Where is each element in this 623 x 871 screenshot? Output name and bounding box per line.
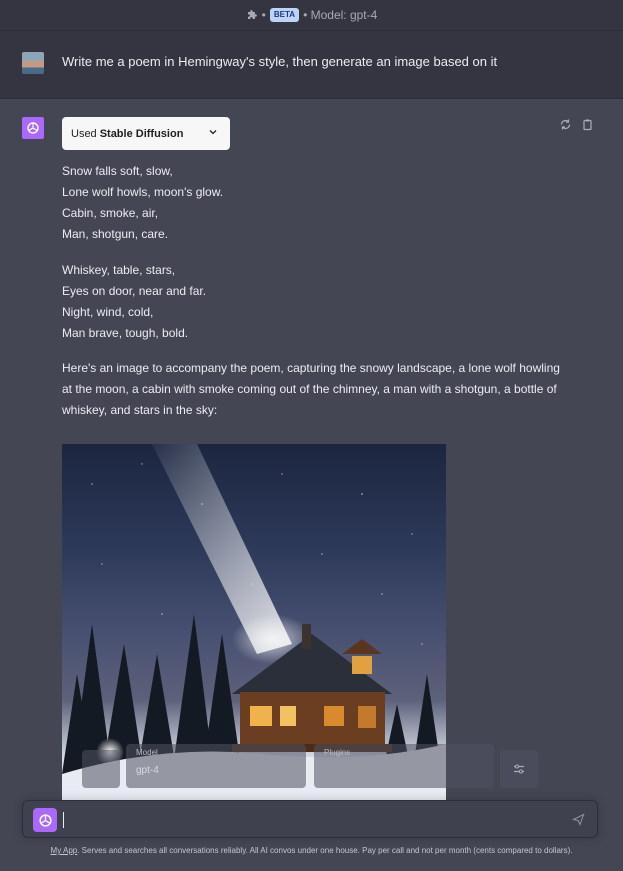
sliders-icon — [514, 764, 524, 774]
poem-line: Cabin, smoke, air, — [62, 206, 159, 220]
composer-chatgpt-avatar — [33, 808, 57, 832]
openai-logo-icon — [38, 813, 52, 827]
plugin-used-dropdown[interactable]: Used Stable Diffusion — [62, 117, 230, 150]
beta-badge: BETA — [269, 8, 300, 22]
model-selector-value: gpt-4 — [136, 765, 159, 776]
plugins-selector[interactable]: Plugins — [314, 744, 494, 788]
model-label: • Model: gpt-4 — [303, 8, 378, 22]
message-actions — [559, 118, 594, 131]
top-bar: • BETA • Model: gpt-4 — [0, 0, 623, 31]
text-cursor — [63, 812, 64, 828]
plugin-used-name: Stable Diffusion — [99, 127, 184, 140]
puzzle-icon — [247, 10, 257, 19]
chevron-down-icon — [209, 130, 217, 135]
separator-dot: • — [261, 8, 266, 22]
poem-line: Night, wind, cold, — [62, 305, 154, 319]
user-message-row: Write me a poem in Hemingway's style, th… — [0, 31, 623, 99]
plugin-used-prefix: Used — [71, 127, 97, 140]
send-icon[interactable] — [572, 813, 585, 826]
poem: Snow falls soft, slow, Lone wolf howls, … — [62, 161, 223, 359]
model-selector-label: Model — [136, 748, 158, 757]
overlay-button-left[interactable] — [82, 750, 120, 788]
copy-icon[interactable] — [581, 118, 594, 131]
footer-disclaimer: My App. Serves and searches all conversa… — [0, 846, 623, 855]
poem-line: Lone wolf howls, moon's glow. — [62, 185, 224, 199]
openai-logo-icon — [27, 122, 39, 134]
footer-text: . Serves and searches all conversations … — [77, 846, 573, 855]
poem-line: Snow falls soft, slow, — [62, 164, 173, 178]
poem-line: Man brave, tough, bold. — [62, 326, 189, 340]
plugins-selector-label: Plugins — [324, 748, 351, 757]
footer-link[interactable]: My App — [51, 846, 78, 855]
poem-stanza-1: Snow falls soft, slow, Lone wolf howls, … — [62, 161, 223, 245]
message-composer[interactable] — [22, 800, 598, 838]
image-intro-text: Here's an image to accompany the poem, c… — [62, 361, 560, 417]
poem-line: Whiskey, table, stars, — [62, 263, 176, 277]
poem-line: Eyes on door, near and far. — [62, 284, 207, 298]
poem-line: Man, shotgun, care. — [62, 227, 169, 241]
settings-button[interactable] — [500, 750, 538, 788]
user-avatar — [22, 52, 44, 74]
user-message-text: Write me a poem in Hemingway's style, th… — [62, 54, 498, 69]
chatgpt-avatar — [22, 117, 44, 139]
poem-stanza-2: Whiskey, table, stars, Eyes on door, nea… — [62, 260, 223, 344]
model-selector[interactable]: Model gpt-4 — [126, 744, 306, 788]
model-controls-overlay: Model gpt-4 Plugins — [82, 744, 542, 788]
regenerate-icon[interactable] — [559, 118, 572, 131]
